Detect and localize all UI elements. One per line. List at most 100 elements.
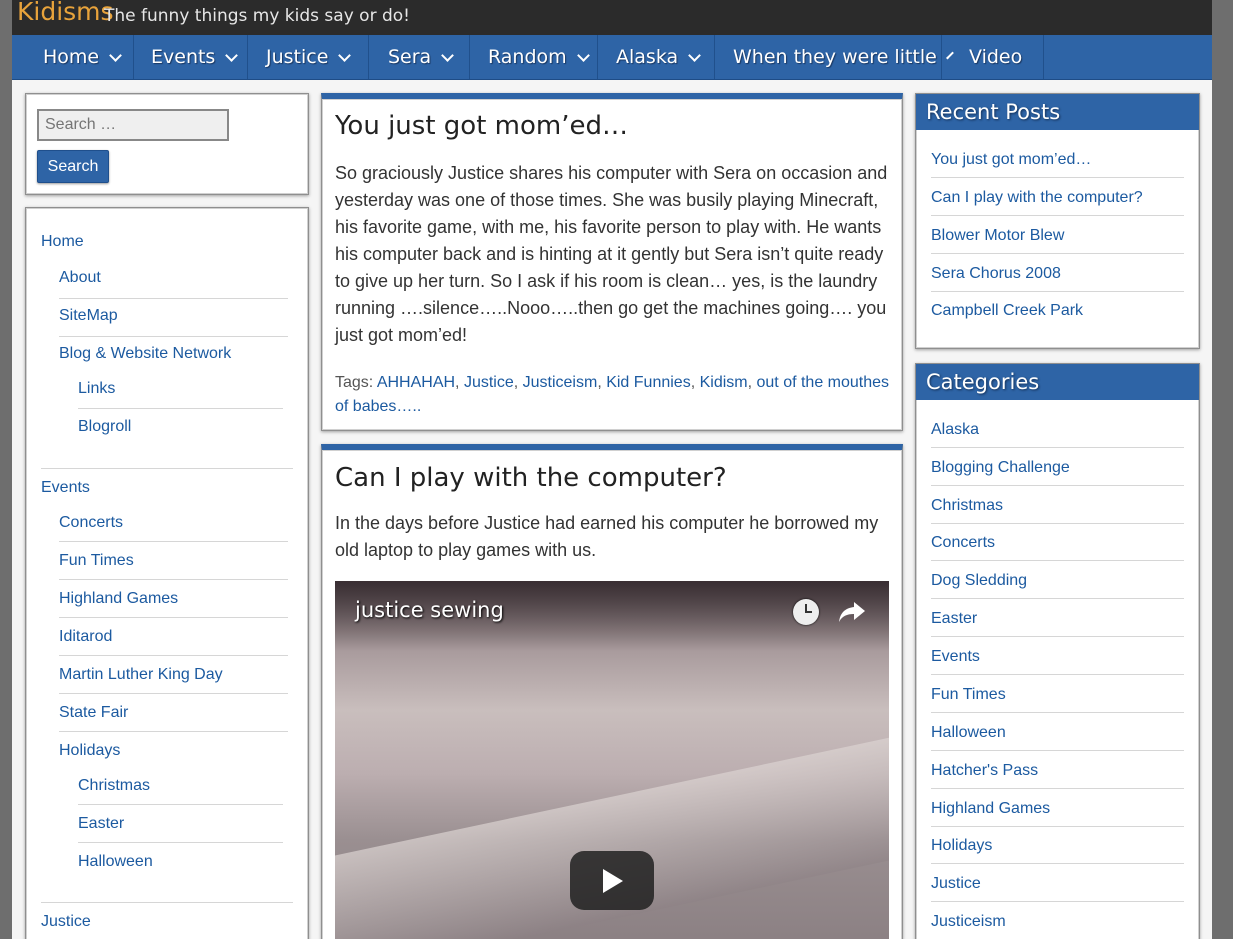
menu-item-christmas[interactable]: Christmas [78, 777, 150, 795]
search-input[interactable] [37, 109, 229, 141]
nav-label: Random [488, 46, 567, 68]
category-link[interactable]: Fun Times [931, 686, 1006, 704]
divider [931, 253, 1184, 254]
divider [931, 863, 1184, 864]
video-title[interactable]: justice sewing [355, 598, 504, 622]
divider [931, 826, 1184, 827]
category-link[interactable]: Dog Sledding [931, 572, 1027, 590]
menu-item-about[interactable]: About [59, 269, 101, 287]
tag-link[interactable]: Kidism [700, 374, 748, 391]
divider [78, 842, 283, 843]
nav-video[interactable]: Video [942, 35, 1044, 79]
divider [59, 655, 288, 656]
menu-item-iditarod[interactable]: Iditarod [59, 628, 112, 646]
main-nav: Home Events Justice Sera Random Alaska W… [12, 35, 1212, 80]
divider [931, 674, 1184, 675]
menu-item-blog-network[interactable]: Blog & Website Network [59, 345, 231, 363]
post-title[interactable]: You just got mom’ed… [335, 111, 628, 141]
divider [931, 750, 1184, 751]
widget-heading: Recent Posts [916, 94, 1199, 130]
menu-item-events[interactable]: Events [41, 479, 90, 497]
divider [78, 804, 283, 805]
nav-label: Sera [388, 46, 432, 68]
nav-label: Alaska [616, 46, 679, 68]
category-link[interactable]: Blogging Challenge [931, 459, 1070, 477]
category-link[interactable]: Highland Games [931, 800, 1050, 818]
recent-post-link[interactable]: Campbell Creek Park [931, 302, 1083, 320]
divider [931, 523, 1184, 524]
nav-justice[interactable]: Justice [248, 35, 369, 79]
nav-events[interactable]: Events [134, 35, 248, 79]
category-link[interactable]: Justice [931, 875, 981, 893]
divider [59, 541, 288, 542]
divider [931, 485, 1184, 486]
divider [931, 636, 1184, 637]
recent-post-link[interactable]: Sera Chorus 2008 [931, 265, 1061, 283]
category-link[interactable]: Easter [931, 610, 977, 628]
site-title[interactable]: Kidisms [17, 0, 114, 26]
search-widget: Search [25, 93, 309, 195]
divider [931, 712, 1184, 713]
menu-item-home[interactable]: Home [41, 233, 84, 251]
recent-post-link[interactable]: Blower Motor Blew [931, 227, 1064, 245]
divider [59, 731, 288, 732]
tag-link[interactable]: Justiceism [523, 374, 598, 391]
post-title[interactable]: Can I play with the computer? [335, 463, 727, 493]
divider [59, 693, 288, 694]
category-link[interactable]: Justiceism [931, 913, 1006, 931]
search-button[interactable]: Search [37, 150, 109, 183]
chevron-down-icon [441, 48, 455, 62]
post-article: Can I play with the computer? In the day… [321, 444, 903, 939]
nav-home[interactable]: Home [25, 35, 134, 79]
category-link[interactable]: Hatcher's Pass [931, 762, 1038, 780]
menu-item-mlk-day[interactable]: Martin Luther King Day [59, 666, 223, 684]
widget-heading: Categories [916, 364, 1199, 400]
chevron-down-icon [109, 48, 122, 62]
divider [931, 598, 1184, 599]
nav-label: Events [151, 46, 216, 68]
divider [931, 901, 1184, 902]
menu-item-sitemap[interactable]: SiteMap [59, 307, 118, 325]
page: Kidisms The funny things my kids say or … [12, 0, 1212, 939]
category-link[interactable]: Concerts [931, 534, 995, 552]
menu-item-holidays[interactable]: Holidays [59, 742, 120, 760]
nav-alaska[interactable]: Alaska [598, 35, 715, 79]
divider [931, 447, 1184, 448]
menu-item-fun-times[interactable]: Fun Times [59, 552, 134, 570]
chevron-down-icon [225, 48, 239, 62]
menu-item-highland-games[interactable]: Highland Games [59, 590, 178, 608]
recent-post-link[interactable]: You just got mom’ed… [931, 151, 1091, 169]
category-link[interactable]: Events [931, 648, 980, 666]
divider [59, 579, 288, 580]
category-link[interactable]: Halloween [931, 724, 1006, 742]
nav-sera[interactable]: Sera [369, 35, 470, 79]
category-link[interactable]: Alaska [931, 421, 979, 439]
play-icon[interactable] [570, 851, 654, 910]
nav-when-they-were-little[interactable]: When they were little [715, 35, 954, 79]
divider [41, 468, 293, 469]
tag-link[interactable]: Kid Funnies [606, 374, 691, 391]
category-link[interactable]: Holidays [931, 837, 992, 855]
menu-item-state-fair[interactable]: State Fair [59, 704, 128, 722]
tag-link[interactable]: AHHAHAH [377, 374, 455, 391]
category-link[interactable]: Christmas [931, 497, 1003, 515]
menu-item-concerts[interactable]: Concerts [59, 514, 123, 532]
divider [59, 298, 288, 299]
divider [59, 336, 288, 337]
menu-item-blogroll[interactable]: Blogroll [78, 418, 131, 436]
watch-later-icon[interactable] [793, 599, 819, 625]
tag-link[interactable]: Justice [464, 374, 514, 391]
menu-item-links[interactable]: Links [78, 380, 115, 398]
menu-item-halloween[interactable]: Halloween [78, 853, 153, 871]
post-body: In the days before Justice had earned hi… [335, 513, 879, 560]
categories-widget: Categories Alaska Blogging Challenge Chr… [915, 363, 1200, 939]
nav-label: When they were little [733, 46, 937, 68]
video-player[interactable]: justice sewing [335, 581, 889, 939]
share-icon[interactable] [837, 599, 867, 625]
menu-item-justice[interactable]: Justice [41, 913, 91, 931]
post-article: You just got mom’ed… So graciously Justi… [321, 93, 903, 431]
divider [931, 177, 1184, 178]
menu-item-easter[interactable]: Easter [78, 815, 124, 833]
recent-post-link[interactable]: Can I play with the computer? [931, 189, 1143, 207]
nav-random[interactable]: Random [470, 35, 598, 79]
